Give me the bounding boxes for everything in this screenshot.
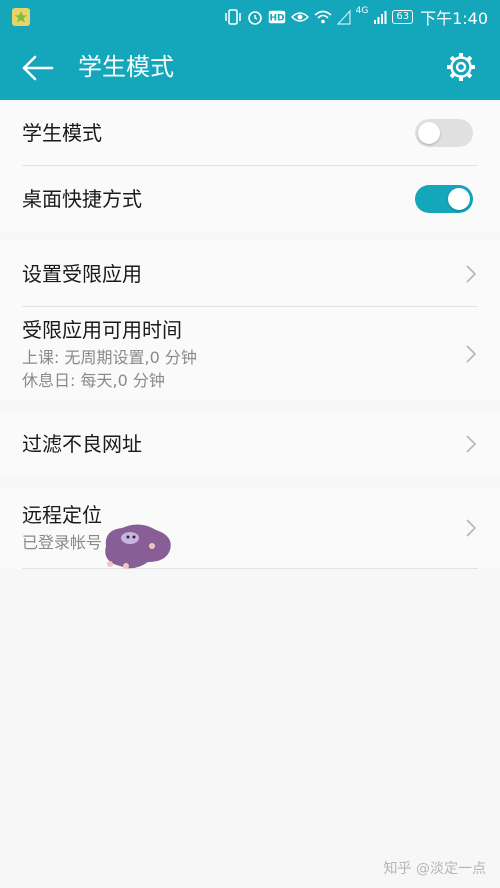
desktop-shortcut-row[interactable]: 桌面快捷方式 [22, 166, 500, 232]
vibrate-icon [224, 9, 241, 25]
sticker-image [105, 524, 171, 569]
watermark-text: 知乎 @淡定一点 [383, 861, 486, 877]
alarm-icon [247, 11, 262, 25]
app-notification-icon [12, 8, 30, 26]
student-mode-toggle[interactable] [415, 119, 473, 147]
apps-section: 设置受限应用 受限应用可用时间 上课: 无周期设置,0 分钟 休息日: 每天,0… [0, 241, 500, 401]
class-time-value: 上课: 无周期设置,0 分钟 [22, 348, 197, 367]
restricted-apps-row[interactable]: 设置受限应用 [22, 241, 500, 307]
remote-location-label: 远程定位 [22, 503, 102, 527]
status-icons: HD 4G 63 下午1:40 [224, 6, 488, 28]
desktop-shortcut-label: 桌面快捷方式 [22, 187, 142, 211]
app-bar: 学生模式 [0, 34, 500, 100]
toggle-section: 学生模式 桌面快捷方式 [0, 100, 500, 232]
page-title: 学生模式 [78, 53, 174, 81]
filter-urls-row[interactable]: 过滤不良网址 [22, 411, 500, 477]
chevron-right-icon [466, 435, 476, 453]
remote-section: 远程定位 已登录帐号 [0, 487, 500, 569]
student-mode-label: 学生模式 [22, 121, 102, 145]
toggle-knob [448, 188, 470, 210]
divider [22, 568, 478, 569]
battery-indicator: 63 [392, 10, 414, 24]
rest-day-value: 休息日: 每天,0 分钟 [22, 371, 165, 390]
filter-section: 过滤不良网址 [0, 411, 500, 477]
wifi-icon [314, 10, 332, 24]
available-time-label: 受限应用可用时间 [22, 318, 182, 342]
student-mode-row[interactable]: 学生模式 [22, 100, 500, 166]
signal-empty-icon [336, 9, 351, 25]
chevron-right-icon [466, 519, 476, 537]
available-time-row[interactable]: 受限应用可用时间 上课: 无周期设置,0 分钟 休息日: 每天,0 分钟 [22, 307, 500, 401]
restricted-apps-label: 设置受限应用 [22, 262, 142, 286]
arrow-back-icon[interactable] [20, 53, 56, 83]
filter-urls-label: 过滤不良网址 [22, 432, 142, 456]
toggle-knob [418, 122, 440, 144]
desktop-shortcut-toggle[interactable] [415, 185, 473, 213]
remote-location-row[interactable]: 远程定位 已登录帐号 [22, 487, 500, 569]
chevron-right-icon [466, 345, 476, 363]
remote-location-status: 已登录帐号 [22, 533, 103, 552]
svg-text:HD: HD [269, 14, 284, 24]
network-type: 4G [355, 6, 369, 16]
chevron-right-icon [466, 265, 476, 283]
signal-icon [374, 11, 387, 24]
eye-icon [290, 12, 309, 22]
gear-icon[interactable] [446, 52, 476, 82]
hd-icon: HD [268, 10, 285, 24]
status-time: 下午1:40 [420, 9, 488, 28]
status-bar: HD 4G 63 下午1:40 [0, 0, 500, 34]
